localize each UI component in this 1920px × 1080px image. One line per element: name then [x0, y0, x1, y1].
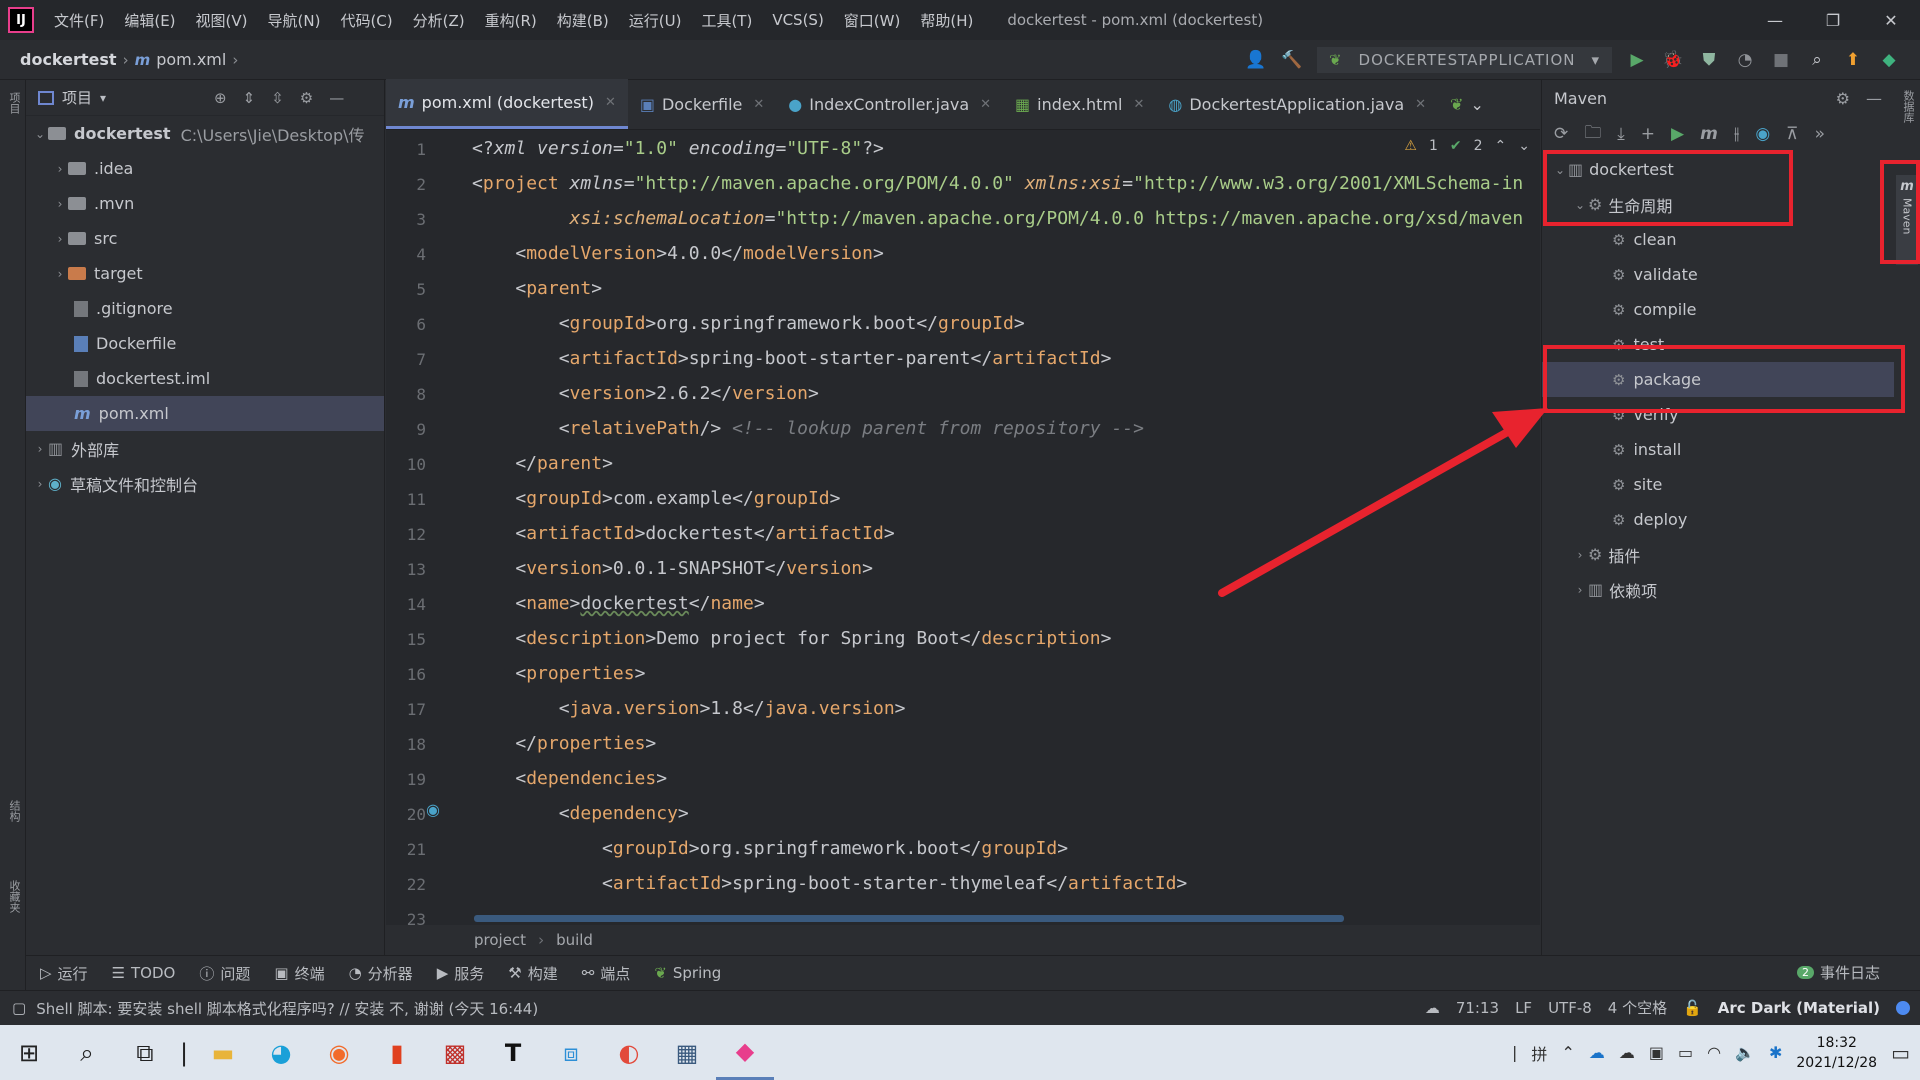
- arrow-head: [1492, 408, 1548, 448]
- annotation-arrow: [1218, 408, 1548, 597]
- arrow-shaft: [1218, 421, 1524, 597]
